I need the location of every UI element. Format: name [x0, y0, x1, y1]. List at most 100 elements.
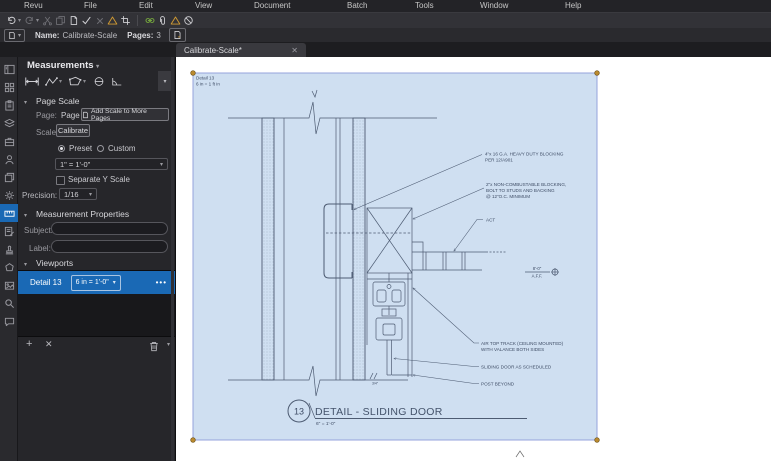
section-collapse-icon[interactable]: ▾ [24, 261, 27, 268]
format-painter-button[interactable] [80, 14, 93, 28]
svg-text:@ 12"O.C. MINIMUM: @ 12"O.C. MINIMUM [486, 194, 530, 199]
revu-window: Revu File Edit View Document Batch Tools… [0, 0, 771, 461]
sidebar-item-stamps[interactable] [0, 240, 18, 258]
menu-view[interactable]: View [195, 1, 212, 10]
trash-icon[interactable] [149, 339, 159, 357]
menu-file[interactable]: File [84, 1, 97, 10]
panel-scrollbar[interactable] [171, 57, 174, 461]
redo-menu-caret[interactable]: ▾ [36, 17, 39, 24]
chevron-down-icon[interactable]: ▾ [59, 78, 62, 85]
drawing-canvas[interactable]: Detail 13 6 in = 1 ft in 4"x 16 G.A. HEA… [176, 57, 771, 461]
separate-y-checkbox[interactable] [56, 176, 65, 185]
annotation-elevation: 8'-0" [533, 266, 542, 271]
undo-button[interactable] [5, 14, 18, 28]
custom-radio[interactable] [97, 145, 104, 152]
scale-label: Scale: [36, 128, 59, 137]
page-select-dropdown[interactable]: ▾ [4, 28, 26, 42]
sidebar-item-settings[interactable] [0, 186, 18, 204]
chevron-down-icon[interactable]: ▾ [167, 341, 170, 348]
paste-button[interactable] [67, 14, 80, 28]
viewport-selection[interactable] [192, 72, 598, 441]
cut-button[interactable] [41, 14, 54, 28]
add-viewport-button[interactable]: + [26, 338, 32, 350]
sidebar-item-properties[interactable] [0, 168, 18, 186]
viewport-scale-dropdown[interactable]: 6 in = 1'-0" ▾ [70, 274, 121, 291]
label-label: Label: [29, 244, 51, 253]
menu-help[interactable]: Help [565, 1, 581, 10]
add-scale-button[interactable]: Add Scale to More Pages [81, 108, 169, 122]
detail-scale: 6" = 1'-0" [316, 421, 336, 427]
snapshot-button[interactable] [119, 14, 132, 28]
chevron-down-icon: ▾ [96, 64, 100, 70]
polylength-tool-button[interactable]: ▾ [44, 75, 64, 88]
document-tabbar: Calibrate-Scale* ✕ [0, 42, 771, 57]
section-collapse-icon[interactable]: ▾ [24, 212, 27, 219]
tab-close-icon[interactable]: ✕ [291, 46, 298, 55]
sidebar-item-measurements[interactable] [0, 204, 18, 222]
menu-tools[interactable]: Tools [415, 1, 434, 10]
calibrate-button[interactable]: Calibrate [56, 124, 90, 137]
sidebar-item-media[interactable] [0, 276, 18, 294]
svg-text:WITH VALANCE BOTH SIDES: WITH VALANCE BOTH SIDES [481, 347, 544, 352]
attachment-button[interactable] [156, 14, 169, 28]
viewports-section-label[interactable]: Viewports [36, 258, 73, 268]
length-tool-button[interactable] [24, 75, 40, 88]
measurement-properties-section-label[interactable]: Measurement Properties [36, 209, 129, 219]
content-block-button[interactable] [182, 14, 195, 28]
sidebar-item-layers[interactable] [0, 114, 18, 132]
menu-edit[interactable]: Edit [139, 1, 153, 10]
detail-number: 13 [294, 407, 304, 417]
menu-window[interactable]: Window [480, 1, 508, 10]
scale-preset-dropdown[interactable]: 1" = 1'-0" ▾ [55, 158, 168, 170]
precision-dropdown[interactable]: 1/16 ▾ [59, 188, 97, 200]
more-options-icon[interactable]: ••• [156, 278, 167, 287]
pages-label: Pages: [127, 30, 154, 40]
sidebar-item-bookmarks[interactable] [0, 96, 18, 114]
menubar: Revu File Edit View Document Batch Tools… [0, 0, 771, 12]
sidebar-item-search[interactable] [0, 294, 18, 312]
sidebar-item-tool-chest[interactable] [0, 132, 18, 150]
annotation-blocking2: 2"x NON-COMBUSTABLE BLOCKING, [486, 182, 566, 187]
preset-radio[interactable] [58, 145, 65, 152]
tab-calibrate-scale[interactable]: Calibrate-Scale* ✕ [176, 43, 306, 57]
sidebar-item-markups-list[interactable] [0, 222, 18, 240]
handle-bottom-right [594, 437, 600, 443]
alert-triangle-icon[interactable] [169, 14, 182, 28]
sidebar-item-file-access[interactable] [0, 60, 18, 78]
undo-menu-caret[interactable]: ▾ [18, 17, 21, 24]
insert-page-button[interactable] [168, 28, 186, 42]
sidebar-item-thumbnails[interactable] [0, 78, 18, 96]
viewport-row-detail-13[interactable]: Detail 13 6 in = 1'-0" ▾ ••• [18, 271, 175, 294]
handle-top-right [594, 70, 600, 76]
delete-button[interactable] [93, 14, 106, 28]
subject-field[interactable] [51, 222, 168, 235]
main-toolbar: ▾ ▾ [0, 12, 771, 28]
flatten-alert-icon[interactable] [106, 14, 119, 28]
label-field[interactable] [51, 240, 168, 253]
measure-tools-row: ▾ ▾ ▾ [18, 71, 175, 91]
more-tools-button[interactable]: ▾ [158, 71, 172, 91]
delete-viewport-button[interactable]: ✕ [45, 339, 53, 350]
page-label: Page: [36, 111, 57, 120]
redo-button[interactable] [23, 14, 36, 28]
area-tool-button[interactable]: ▾ [68, 75, 88, 88]
menu-batch[interactable]: Batch [347, 1, 367, 10]
diameter-tool-button[interactable] [92, 75, 106, 88]
angle-tool-button[interactable] [110, 75, 124, 88]
page-svg: Detail 13 6 in = 1 ft in 4"x 16 G.A. HEA… [190, 70, 600, 458]
sidebar-item-capture[interactable] [0, 258, 18, 276]
panel-title[interactable]: Measurements ▾ [27, 60, 99, 71]
sidebar-item-comments[interactable] [0, 312, 18, 330]
hyperlink-button[interactable] [143, 14, 156, 28]
name-value: Calibrate-Scale [62, 30, 118, 40]
preset-radio-label: Preset [69, 144, 93, 153]
sidebar-item-profile[interactable] [0, 150, 18, 168]
subject-label: Subject: [24, 226, 53, 235]
section-collapse-icon[interactable]: ▾ [24, 99, 27, 106]
menu-revu[interactable]: Revu [24, 1, 43, 10]
copy-button[interactable] [54, 14, 67, 28]
chevron-down-icon[interactable]: ▾ [83, 78, 86, 85]
menu-document[interactable]: Document [254, 1, 290, 10]
page-scale-section-label[interactable]: Page Scale [36, 96, 79, 106]
measurements-panel: Measurements ▾ ▾ ▾ ▾ ▾ Page Scale Page: … [18, 57, 176, 461]
